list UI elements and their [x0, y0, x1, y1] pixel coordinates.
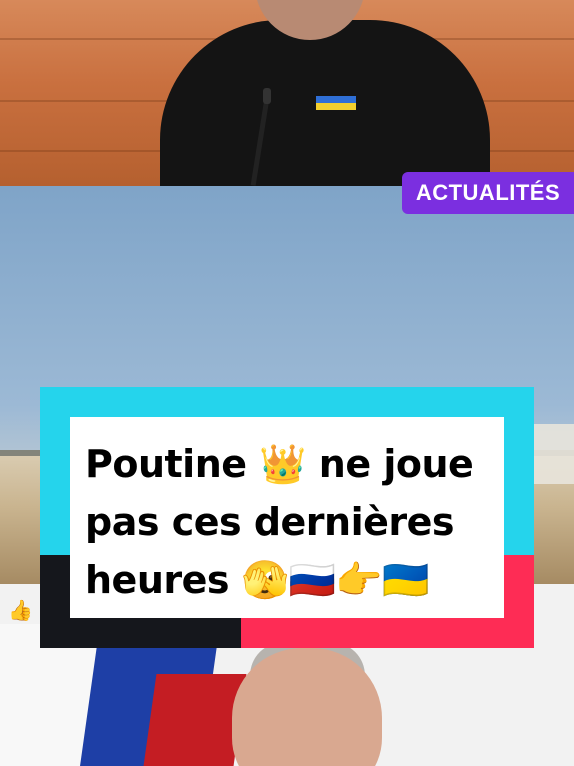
caption-text: Poutine 👑 ne joue pas ces dernières heur… [85, 435, 495, 609]
caption-line-2: pas ces dernières [85, 500, 455, 544]
caption-line-3: heures 🫣🇷🇺👉🇺🇦 [85, 558, 430, 602]
shirt-emblem [316, 96, 356, 110]
video-panel-top [0, 0, 574, 186]
microphone-icon [263, 88, 271, 104]
thumbs-up-icon[interactable]: 👍 [8, 598, 33, 622]
caption-card: Poutine 👑 ne joue pas ces dernières heur… [70, 417, 504, 618]
portrait-face [232, 648, 382, 766]
caption-overlay: Poutine 👑 ne joue pas ces dernières heur… [40, 387, 534, 648]
caption-line-1: Poutine 👑 ne joue [85, 442, 474, 486]
news-badge: ACTUALITÉS [402, 172, 574, 214]
